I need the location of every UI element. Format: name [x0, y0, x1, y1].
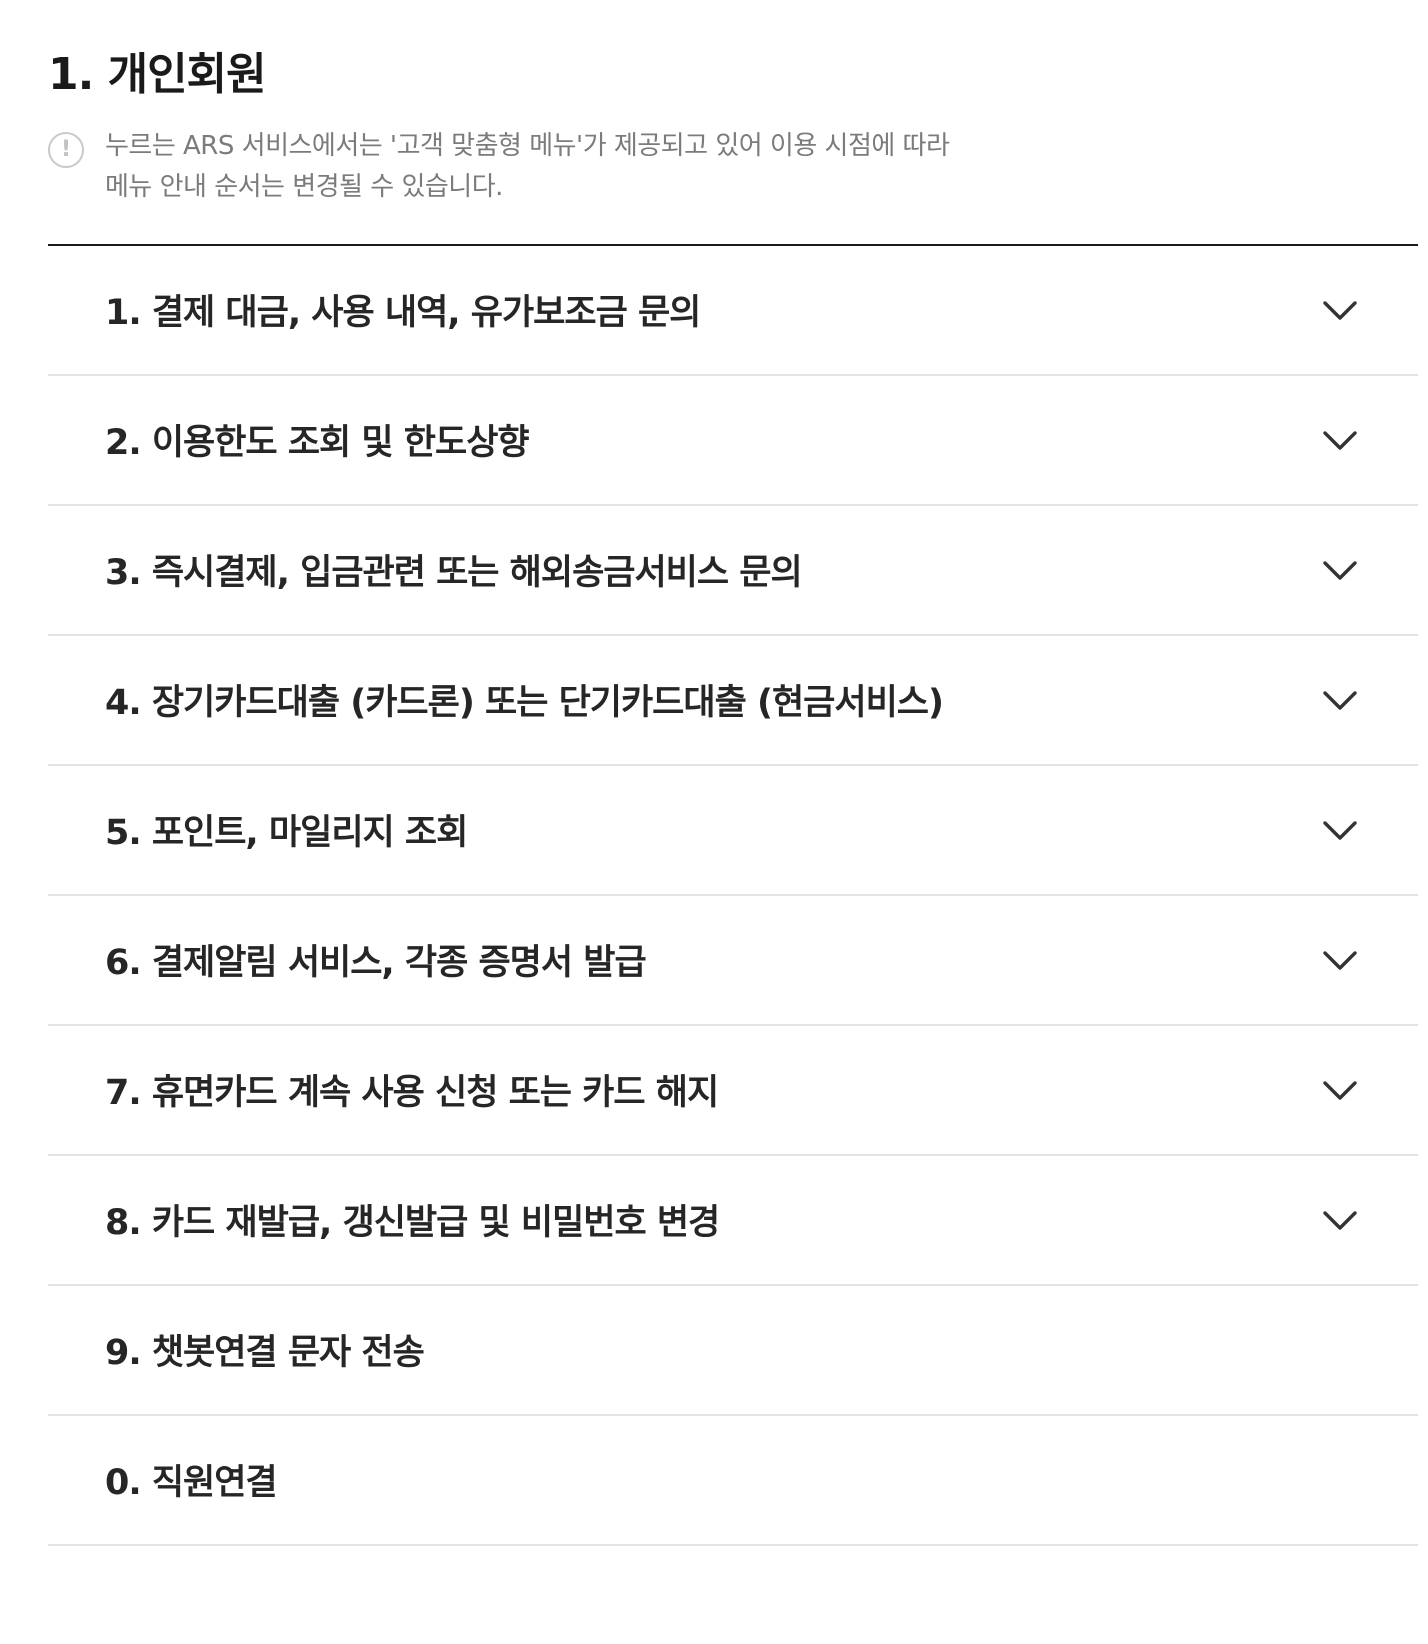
- menu-item-label: 7. 휴면카드 계속 사용 신청 또는 카드 해지: [105, 1073, 719, 1113]
- ars-menu-page: 1. 개인회원 ! 누르는 ARS 서비스에서는 '고객 맞춤형 메뉴'가 제공…: [48, 0, 1418, 1546]
- chevron-down-icon[interactable]: [1322, 1073, 1358, 1109]
- chevron-down-icon[interactable]: [1322, 813, 1358, 849]
- menu-item[interactable]: 6. 결제알림 서비스, 각종 증명서 발급: [48, 896, 1418, 1026]
- notice-text: 누르는 ARS 서비스에서는 '고객 맞춤형 메뉴'가 제공되고 있어 이용 시…: [105, 126, 1418, 208]
- menu-item-label: 8. 카드 재발급, 갱신발급 및 비밀번호 변경: [105, 1203, 720, 1243]
- menu-item-label: 1. 결제 대금, 사용 내역, 유가보조금 문의: [105, 293, 701, 333]
- chevron-down-icon[interactable]: [1322, 1203, 1358, 1239]
- notice-line-2: 메뉴 안내 순서는 변경될 수 있습니다.: [105, 172, 503, 202]
- menu-item[interactable]: 1. 결제 대금, 사용 내역, 유가보조금 문의: [48, 246, 1418, 376]
- menu-item-label: 5. 포인트, 마일리지 조회: [105, 813, 468, 853]
- menu-item-label: 6. 결제알림 서비스, 각종 증명서 발급: [105, 943, 647, 983]
- menu-item[interactable]: 9. 챗봇연결 문자 전송: [48, 1286, 1418, 1416]
- menu-item-label: 9. 챗봇연결 문자 전송: [105, 1333, 425, 1373]
- notice-line-1: 누르는 ARS 서비스에서는 '고객 맞춤형 메뉴'가 제공되고 있어 이용 시…: [105, 131, 950, 161]
- menu-accordion-list: 1. 결제 대금, 사용 내역, 유가보조금 문의 2. 이용한도 조회 및 한도…: [48, 244, 1418, 1546]
- menu-item[interactable]: 4. 장기카드대출 (카드론) 또는 단기카드대출 (현금서비스): [48, 636, 1418, 766]
- menu-item-label: 2. 이용한도 조회 및 한도상향: [105, 423, 530, 463]
- menu-item[interactable]: 0. 직원연결: [48, 1416, 1418, 1546]
- menu-item[interactable]: 3. 즉시결제, 입금관련 또는 해외송금서비스 문의: [48, 506, 1418, 636]
- menu-item[interactable]: 2. 이용한도 조회 및 한도상향: [48, 376, 1418, 506]
- notice-box: ! 누르는 ARS 서비스에서는 '고객 맞춤형 메뉴'가 제공되고 있어 이용…: [48, 126, 1418, 208]
- chevron-down-icon[interactable]: [1322, 683, 1358, 719]
- chevron-down-icon[interactable]: [1322, 943, 1358, 979]
- chevron-down-icon[interactable]: [1322, 553, 1358, 589]
- menu-item[interactable]: 7. 휴면카드 계속 사용 신청 또는 카드 해지: [48, 1026, 1418, 1156]
- chevron-down-icon[interactable]: [1322, 423, 1358, 459]
- chevron-down-icon[interactable]: [1322, 293, 1358, 329]
- menu-item[interactable]: 5. 포인트, 마일리지 조회: [48, 766, 1418, 896]
- section-title: 1. 개인회원: [48, 49, 267, 100]
- menu-item-label: 4. 장기카드대출 (카드론) 또는 단기카드대출 (현금서비스): [105, 683, 944, 723]
- menu-item-label: 0. 직원연결: [105, 1463, 278, 1503]
- exclamation-circle-icon: !: [48, 132, 84, 168]
- menu-item[interactable]: 8. 카드 재발급, 갱신발급 및 비밀번호 변경: [48, 1156, 1418, 1286]
- menu-item-label: 3. 즉시결제, 입금관련 또는 해외송금서비스 문의: [105, 553, 803, 593]
